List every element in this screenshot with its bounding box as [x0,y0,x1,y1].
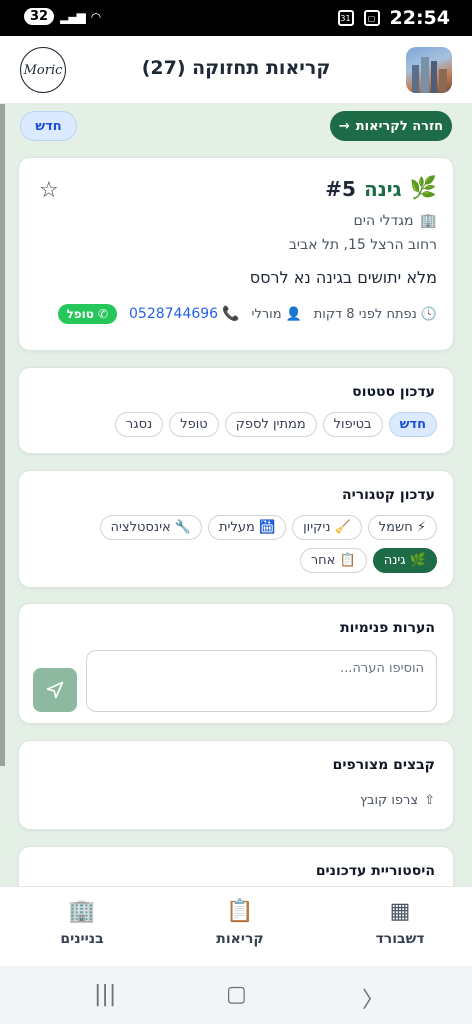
building-icon: 🏢 [68,899,96,924]
clipboard-icon: 📋 [339,553,356,568]
whatsapp-icon: ✆ [97,307,109,321]
status-option-closed[interactable]: נסגר [114,412,164,437]
wifi-icon: ◠ [90,9,102,24]
wrench-icon: 🔧 [174,520,191,535]
status-options: חדש בטיפול ממתין לספק טופל נסגר [32,412,437,437]
nav-dashboard[interactable]: ▦ דשבורד [350,899,450,947]
category-section-title: עדכון קטגוריה [341,487,435,503]
calendar-icon: 31 [337,10,354,26]
leaf-icon: 🌿 [409,553,426,568]
phone-number: 0528744696 [129,306,219,322]
recent-apps-icon[interactable]: ||| [94,982,116,1007]
ticket-description: מלא יתושים בגינה נא לרסס [249,268,437,287]
category-label: גינה [383,553,406,568]
home-icon[interactable]: ▢ [226,982,247,1007]
upload-file-button[interactable]: ⇧ צרפו קובץ [360,793,435,808]
nav-buildings-label: בניינים [60,931,104,947]
ticket-building: 🏢 מגדלי הים [354,213,437,229]
elevator-icon: 🛗 [258,520,276,535]
nav-tickets[interactable]: 📋 קריאות [190,899,290,947]
new-label: חדש [35,118,62,134]
page-title: קריאות תחזוקה (27) [141,57,331,79]
upload-icon: ⇧ [424,793,435,808]
screenshot-icon: ▢ [363,10,380,26]
nav-dashboard-label: דשבורד [375,931,425,947]
status-option-handled[interactable]: טופל [169,412,219,437]
opened-label: נפתח לפני 8 דקות [313,306,417,322]
note-input[interactable]: הוסיפו הערה... [86,650,437,712]
files-section-title: קבצים מצורפים [332,757,435,773]
notes-section-title: הערות פנימיות [340,620,435,636]
whatsapp-button[interactable]: ✆ טופל [57,304,118,324]
system-navigation-bar: ||| ▢ 〉 [0,966,472,1024]
send-icon [46,681,64,699]
phone-link[interactable]: 📞 0528744696 [129,306,240,322]
category-label: אינסטלציה [110,520,171,535]
ticket-category: גינה [363,176,402,201]
logo-text: Moric [23,62,63,78]
internal-notes-card: הערות פנימיות הוסיפו הערה... [18,603,454,724]
status-option-new[interactable]: חדש [388,412,437,437]
category-label: אחר [310,553,336,568]
history-section-title: היסטוריית עדכונים [315,863,435,879]
leaf-icon: 🌿 [409,176,437,201]
nav-buildings[interactable]: 🏢 בניינים [32,899,132,947]
ticket-meta: 🕓 נפתח לפני 8 דקות 👤 מורלי 📞 0528744696 … [57,304,437,324]
category-option-cleaning[interactable]: 🧹 ניקיון [292,515,362,540]
back-label: חזרה לקריאות [355,118,444,134]
broom-icon: 🧹 [334,520,351,535]
status-section-title: עדכון סטטוס [352,384,435,400]
category-label: חשמל [378,520,413,535]
phone-icon: 📞 [222,306,240,322]
grid-icon: ▦ [389,899,411,924]
category-option-elevator[interactable]: 🛗 מעלית [208,515,287,540]
status-update-card: עדכון סטטוס חדש בטיפול ממתין לספק טופל נ… [18,367,454,454]
back-to-tickets-button[interactable]: חזרה לקריאות → [330,111,452,141]
status-left: 32 ▂▄▆ ◠ [24,8,102,25]
star-icon[interactable]: ☆ [39,178,59,203]
ticket-card: 🌿 גינה #5 ☆ 🏢 מגדלי הים רחוב הרצל 15, תל… [18,157,454,351]
status-right: 31 ▢ 22:54 [337,7,450,29]
category-option-plumbing[interactable]: 🔧 אינסטלציה [99,515,202,540]
category-update-card: עדכון קטגוריה ⚡ חשמל 🧹 ניקיון 🛗 מעלית 🔧 … [18,470,454,588]
battery-indicator: 32 [24,8,55,25]
category-label: מעלית [219,520,255,535]
scroll-indicator[interactable] [0,104,5,766]
opened-time: 🕓 נפתח לפני 8 דקות [314,307,437,322]
reporter-name: מורלי [251,306,282,322]
app-header: קריאות תחזוקה (27) Moric [0,36,472,104]
bottom-navigation: ▦ דשבורד 📋 קריאות 🏢 בניינים [0,886,472,966]
category-option-electric[interactable]: ⚡ חשמל [367,515,437,540]
status-bar: 32 ▂▄▆ ◠ 31 ▢ 22:54 [0,0,472,36]
building-icon: 🏢 [419,213,437,229]
clock: 22:54 [389,7,450,29]
attachments-card: קבצים מצורפים ⇧ צרפו קובץ [18,740,454,830]
category-option-garden[interactable]: 🌿 גינה [372,548,437,573]
company-logo: Moric [20,47,66,93]
status-option-waiting-supplier[interactable]: ממתין לספק [224,412,317,437]
ticket-number: #5 [325,176,356,201]
upload-label: צרפו קובץ [359,793,419,808]
whatsapp-label: טופל [66,307,94,321]
ticket-title: 🌿 גינה #5 [325,176,437,201]
new-status-badge[interactable]: חדש [20,111,77,141]
back-icon[interactable]: 〉 [362,982,384,1014]
lightning-icon: ⚡ [416,520,426,535]
status-option-in-progress[interactable]: בטיפול [322,412,383,437]
category-options: ⚡ חשמל 🧹 ניקיון 🛗 מעלית 🔧 אינסטלציה 🌿 גי… [32,515,437,573]
user-icon: 👤 [285,306,302,322]
clipboard-icon: 📋 [226,899,254,924]
reporter: 👤 מורלי [252,307,302,322]
category-label: ניקיון [303,520,331,535]
arrow-right-icon: → [338,118,350,134]
ticket-address: רחוב הרצל 15, תל אביב [288,237,437,253]
clock-icon: 🕓 [420,306,437,322]
building-name: מגדלי הים [353,213,414,229]
category-option-other[interactable]: 📋 אחר [299,548,367,573]
signal-icon: ▂▄▆ [60,9,86,24]
send-note-button[interactable] [33,668,77,712]
nav-tickets-label: קריאות [216,931,264,947]
